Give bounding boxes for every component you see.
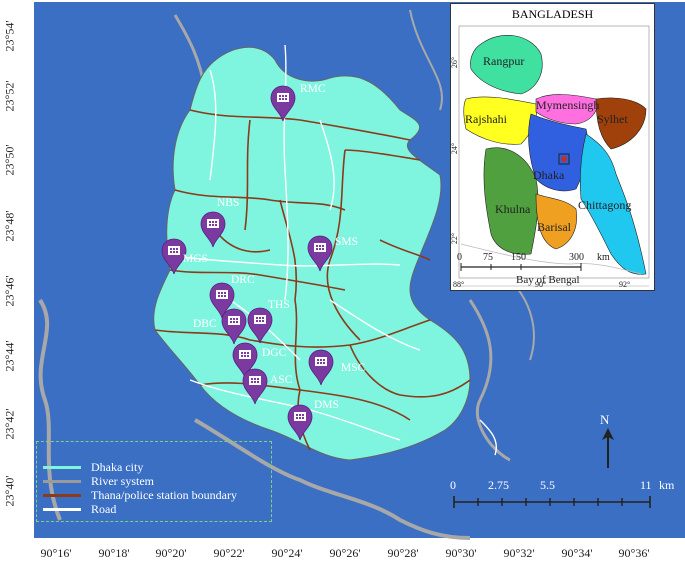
inset-scale-tick: 0 — [457, 252, 462, 263]
marker-label: MSC — [341, 362, 366, 374]
longitude-label: 90°18' — [98, 546, 130, 560]
marker-label: DRC — [231, 274, 255, 286]
inset-scale-tick: 150 — [511, 252, 526, 263]
scale-tick-label: 11 — [640, 478, 652, 492]
longitude-label: 90°26' — [329, 546, 361, 560]
inset-lat-tick: 26° — [450, 56, 460, 69]
region-label: Chittagong — [578, 198, 632, 212]
legend-label: River system — [91, 473, 154, 488]
scale-bar — [453, 496, 651, 508]
longitude-label: 90°34' — [561, 546, 593, 560]
legend-swatch — [43, 493, 81, 497]
region-label: Barisal — [537, 220, 571, 234]
legend-label: Road — [91, 501, 117, 516]
legend-item: Dhaka city — [37, 460, 143, 474]
region-label: Dhaka — [533, 168, 565, 182]
latitude-label: 23°54' — [2, 20, 17, 52]
latitude-label: 23°44' — [2, 340, 17, 372]
legend-item: Thana/police station boundary — [37, 488, 237, 502]
marker-label: DGC — [262, 347, 287, 359]
longitude-label: 90°36' — [618, 546, 650, 560]
latitude-label: 23°52' — [2, 80, 17, 112]
latitude-label: 23°48' — [2, 210, 17, 242]
longitude-label: 90°22' — [213, 546, 245, 560]
inset-lon-tick: 90° — [535, 280, 547, 289]
region-label: Mymensingh — [536, 98, 600, 112]
marker-label: THS — [268, 299, 290, 311]
marker-label: MGS — [183, 253, 208, 265]
sea-label: Bay of Bengal — [516, 274, 580, 286]
marker-label: ASC — [270, 374, 293, 386]
legend-item: River system — [37, 474, 154, 488]
longitude-label: 90°24' — [271, 546, 303, 560]
inset-lon-tick: 88° — [453, 280, 465, 289]
inset-map-canvas — [458, 25, 650, 287]
region-label: Rajshahi — [465, 112, 507, 126]
legend-swatch — [43, 479, 81, 483]
legend-label: Thana/police station boundary — [91, 487, 237, 502]
marker-label: RMC — [300, 83, 326, 95]
inset-scale-tick: 75 — [483, 252, 493, 263]
latitude-label: 23°42' — [2, 408, 17, 440]
scale-tick-label: 5.5 — [540, 478, 555, 492]
scale-unit-label: km — [659, 478, 675, 492]
marker-label: DMS — [314, 399, 339, 411]
north-arrow-icon — [602, 428, 614, 468]
longitude-label: 90°30' — [445, 546, 477, 560]
marker-label: SMS — [335, 236, 359, 248]
longitude-label: 90°16' — [40, 546, 72, 560]
legend-swatch — [43, 507, 81, 511]
inset-map: BANGLADESH Rangpur Mymensingh Sylhet Raj… — [450, 3, 655, 291]
marker-label: DBC — [193, 318, 217, 330]
legend-swatch — [43, 465, 81, 469]
legend: Dhaka city River system Thana/police sta… — [36, 441, 272, 522]
map-frame: 23°54' 23°52' 23°50' 23°48' 23°46' 23°44… — [0, 0, 685, 566]
inset-lat-tick: 22° — [450, 232, 460, 245]
region-label: Rangpur — [483, 54, 525, 68]
inset-lon-tick: 92° — [619, 280, 631, 289]
longitude-label: 90°28' — [387, 546, 419, 560]
marker-label: NBS — [217, 197, 240, 209]
latitude-label: 23°50' — [2, 144, 17, 176]
legend-label: Dhaka city — [91, 459, 144, 474]
latitude-label: 23°46' — [2, 275, 17, 307]
legend-item: Road — [37, 502, 116, 516]
inset-lat-tick: 24° — [450, 142, 460, 155]
region-label: Khulna — [495, 202, 531, 216]
longitude-label: 90°32' — [503, 546, 535, 560]
inset-scale-unit: km — [597, 252, 610, 263]
longitude-label: 90°20' — [155, 546, 187, 560]
scale-tick-label: 2.75 — [488, 478, 509, 492]
scale-tick-label: 0 — [450, 478, 456, 492]
inset-scale-tick: 300 — [569, 252, 584, 263]
latitude-label: 23°40' — [2, 475, 17, 507]
region-label: Sylhet — [597, 112, 628, 126]
north-arrow-label: N — [600, 412, 610, 427]
